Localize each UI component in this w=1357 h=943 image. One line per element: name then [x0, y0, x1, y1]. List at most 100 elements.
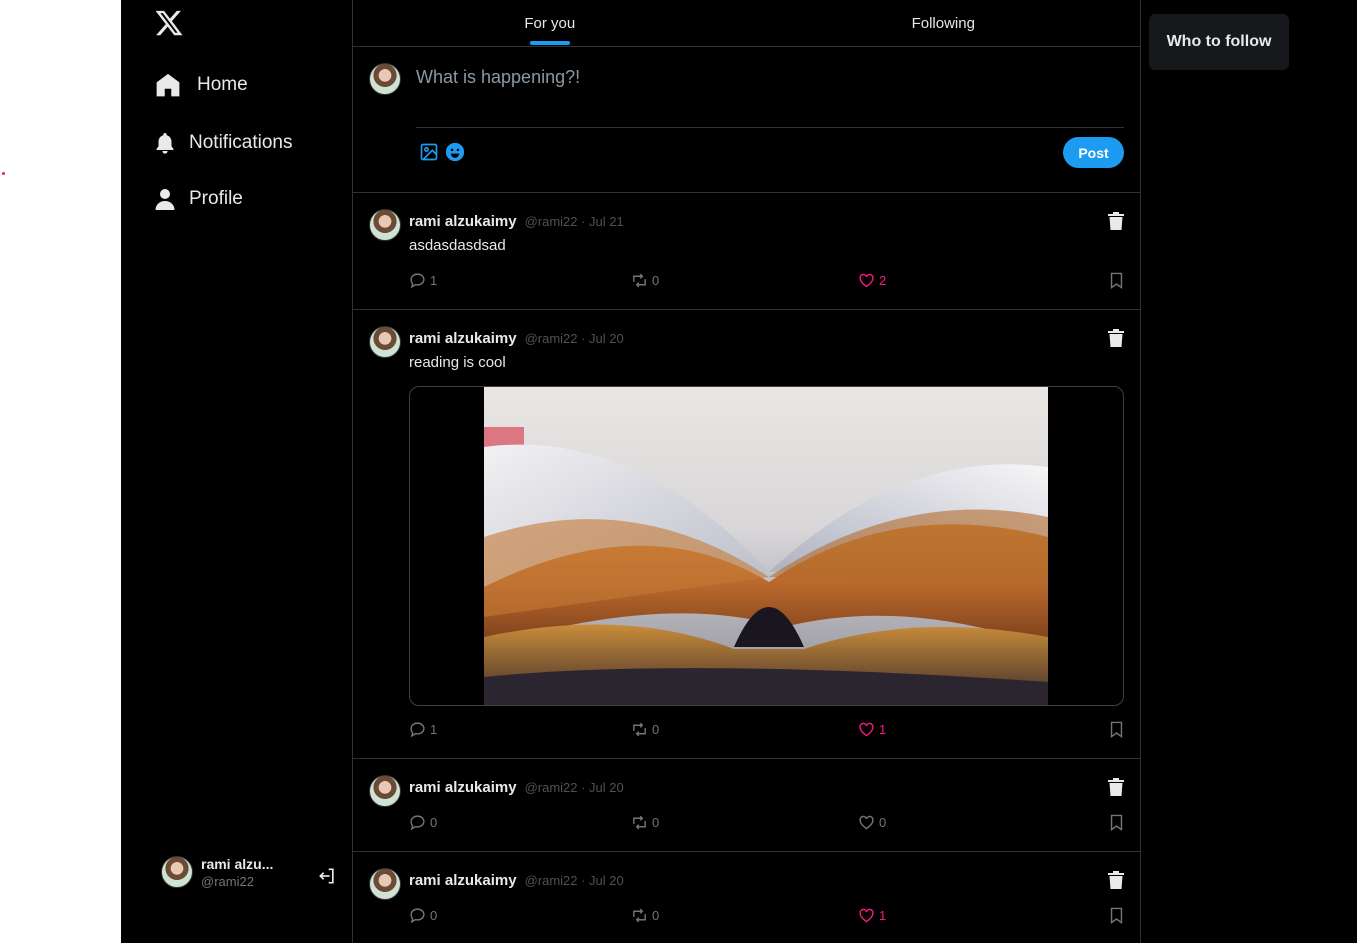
trash-icon[interactable]	[1108, 778, 1124, 796]
bookmark-icon	[1110, 814, 1123, 831]
tweet-header: rami alzukaimy @rami22 · Jul 20	[409, 779, 624, 796]
emoji-icon[interactable]	[445, 142, 465, 162]
bookmark-button[interactable]	[1108, 814, 1125, 831]
heart-icon	[859, 722, 874, 737]
reply-count: 0	[430, 908, 438, 923]
bell-icon	[156, 133, 174, 154]
tab-following[interactable]: Following	[747, 0, 1141, 46]
open-book-photo	[484, 387, 1048, 705]
like-button[interactable]: 2	[858, 272, 886, 289]
like-button[interactable]: 1	[858, 721, 886, 738]
tab-for-you-label: For you	[524, 14, 576, 32]
retweet-icon	[633, 908, 646, 923]
tweet-author-name[interactable]: rami alzukaimy	[409, 779, 517, 796]
timeline: For you Following Post rami alzukaimy	[352, 0, 1141, 943]
image-icon[interactable]	[419, 142, 439, 162]
tweet-meta: @rami22 · Jul 20	[524, 873, 624, 888]
retweet-icon	[633, 273, 646, 288]
tweet-meta: @rami22 · Jul 21	[524, 214, 624, 229]
like-button[interactable]: 1	[858, 907, 886, 924]
avatar[interactable]	[369, 209, 401, 241]
nav-notifications[interactable]: Notifications	[153, 131, 293, 155]
retweet-button[interactable]: 0	[631, 272, 659, 289]
tab-following-label: Following	[911, 14, 975, 32]
reply-button[interactable]: 0	[409, 907, 437, 924]
tweet[interactable]: rami alzukaimy @rami22 · Jul 20 reading …	[353, 310, 1140, 759]
avatar	[161, 856, 193, 888]
reply-icon	[410, 273, 425, 289]
tweet-author-name[interactable]: rami alzukaimy	[409, 872, 517, 889]
reply-count: 0	[430, 815, 438, 830]
account-switcher[interactable]: rami alzu... @rami22	[161, 854, 341, 890]
avatar[interactable]	[369, 868, 401, 900]
nav-home[interactable]: Home	[153, 72, 248, 98]
reply-button[interactable]: 1	[409, 721, 437, 738]
compose-input[interactable]	[416, 67, 1116, 88]
tweet[interactable]: rami alzukaimy @rami22 · Jul 21 asdasdas…	[353, 193, 1140, 310]
like-button[interactable]: 0	[858, 814, 886, 831]
reply-icon	[410, 908, 425, 924]
heart-icon	[859, 908, 874, 923]
bookmark-button[interactable]	[1108, 907, 1125, 924]
bookmark-icon	[1110, 721, 1123, 738]
tweet-actions: 1 0 2	[409, 272, 1124, 292]
right-sidebar: Who to follow	[1141, 0, 1357, 943]
retweet-count: 0	[652, 815, 660, 830]
tweet-header: rami alzukaimy @rami22 · Jul 20	[409, 872, 624, 889]
account-handle: @rami22	[201, 873, 254, 889]
reply-icon	[410, 722, 425, 738]
nav-home-label: Home	[197, 74, 248, 95]
tab-for-you[interactable]: For you	[353, 0, 747, 46]
who-to-follow-button[interactable]: Who to follow	[1149, 14, 1289, 70]
retweet-icon	[633, 722, 646, 737]
tweet-author-name[interactable]: rami alzukaimy	[409, 213, 517, 230]
reply-button[interactable]: 0	[409, 814, 437, 831]
avatar	[369, 63, 401, 95]
nav-notifications-label: Notifications	[189, 132, 293, 153]
trash-icon[interactable]	[1108, 329, 1124, 347]
like-count: 1	[879, 722, 887, 737]
tweet-text: reading is cool	[409, 354, 506, 371]
stray-dot	[2, 172, 5, 175]
tweet-media[interactable]	[409, 386, 1124, 706]
retweet-count: 0	[652, 273, 660, 288]
logout-icon[interactable]	[317, 866, 337, 886]
tweet[interactable]: rami alzukaimy @rami22 · Jul 20 0 0 1	[353, 852, 1140, 943]
reply-count: 1	[430, 273, 438, 288]
heart-icon	[859, 815, 874, 830]
nav-profile-label: Profile	[189, 188, 243, 209]
tweet[interactable]: rami alzukaimy @rami22 · Jul 20 0 0 0	[353, 759, 1140, 852]
avatar[interactable]	[369, 775, 401, 807]
tweet-author-name[interactable]: rami alzukaimy	[409, 330, 517, 347]
trash-icon[interactable]	[1108, 871, 1124, 889]
post-button[interactable]: Post	[1063, 137, 1124, 168]
bookmark-icon	[1110, 272, 1123, 289]
active-tab-indicator	[529, 41, 570, 45]
retweet-button[interactable]: 0	[631, 907, 659, 924]
nav-profile[interactable]: Profile	[153, 187, 243, 211]
tweet-actions: 0 0 1	[409, 907, 1124, 927]
reply-button[interactable]: 1	[409, 272, 437, 289]
trash-icon[interactable]	[1108, 212, 1124, 230]
composer: Post	[353, 47, 1140, 193]
retweet-count: 0	[652, 908, 660, 923]
tweet-actions: 0 0 0	[409, 814, 1124, 834]
app: Home Notifications Profile rami alzu... …	[0, 0, 1357, 943]
sidebar: Home Notifications Profile rami alzu... …	[121, 0, 353, 943]
avatar[interactable]	[369, 326, 401, 358]
retweet-count: 0	[652, 722, 660, 737]
timeline-tabs: For you Following	[353, 0, 1140, 47]
retweet-button[interactable]: 0	[631, 721, 659, 738]
bookmark-icon	[1110, 907, 1123, 924]
like-count: 1	[879, 908, 887, 923]
composer-divider	[416, 127, 1124, 128]
retweet-icon	[633, 815, 646, 830]
reply-count: 1	[430, 722, 438, 737]
bookmark-button[interactable]	[1108, 721, 1125, 738]
account-name: rami alzu...	[201, 855, 274, 872]
x-logo-icon[interactable]	[154, 8, 184, 38]
reply-icon	[410, 815, 425, 831]
bookmark-button[interactable]	[1108, 272, 1125, 289]
tweet-meta: @rami22 · Jul 20	[524, 331, 624, 346]
retweet-button[interactable]: 0	[631, 814, 659, 831]
